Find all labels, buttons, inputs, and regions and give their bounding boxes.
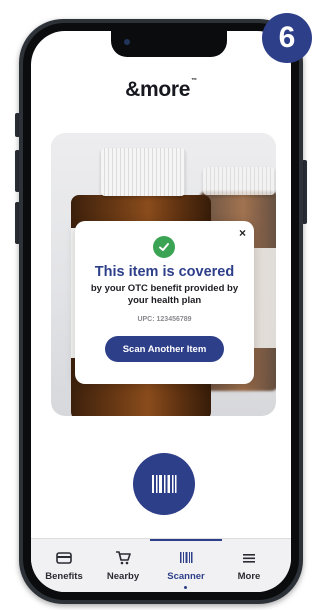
phone-screen: &more™ × This item is covered by your OT… bbox=[31, 31, 291, 592]
trademark-mark: ™ bbox=[191, 78, 197, 84]
logo-text: &more bbox=[125, 78, 191, 101]
active-dot bbox=[184, 586, 187, 589]
tab-benefits[interactable]: Benefits bbox=[34, 539, 94, 589]
upc-code: UPC: 123456789 bbox=[137, 316, 192, 323]
barcode-icon bbox=[156, 551, 216, 569]
barcode-icon bbox=[152, 475, 177, 493]
active-tab-indicator bbox=[150, 539, 222, 541]
coverage-title: This item is covered bbox=[94, 264, 235, 280]
step-badge: 6 bbox=[262, 13, 312, 63]
bottom-tab-bar: Benefits Nearby Scanner More bbox=[31, 538, 291, 592]
notch bbox=[111, 31, 227, 57]
phone-frame: &more™ × This item is covered by your OT… bbox=[19, 19, 303, 604]
medicine-bottle-cap bbox=[101, 148, 185, 196]
tab-more[interactable]: More bbox=[219, 539, 279, 589]
tab-label: Nearby bbox=[106, 571, 140, 582]
card-icon bbox=[34, 551, 94, 569]
tab-label: More bbox=[237, 571, 261, 582]
tab-scanner[interactable]: Scanner bbox=[150, 539, 222, 589]
background-bottle-cap bbox=[203, 167, 275, 195]
scan-another-item-button[interactable]: Scan Another Item bbox=[105, 336, 224, 362]
tab-nearby[interactable]: Nearby bbox=[93, 539, 153, 589]
tab-label: Scanner bbox=[167, 571, 205, 582]
cart-icon bbox=[93, 551, 153, 569]
close-icon[interactable]: × bbox=[239, 226, 246, 240]
scan-button[interactable] bbox=[133, 453, 195, 515]
coverage-popup: × This item is covered by your OTC benef… bbox=[75, 221, 254, 384]
tab-label: Benefits bbox=[45, 571, 83, 582]
camera-icon bbox=[124, 39, 130, 45]
coverage-subtitle: by your OTC benefit provided by your hea… bbox=[90, 283, 239, 306]
phone-bezel: &more™ × This item is covered by your OT… bbox=[23, 23, 299, 600]
app-logo: &more™ bbox=[31, 78, 291, 102]
checkmark-icon bbox=[153, 236, 175, 258]
menu-icon bbox=[219, 551, 279, 569]
